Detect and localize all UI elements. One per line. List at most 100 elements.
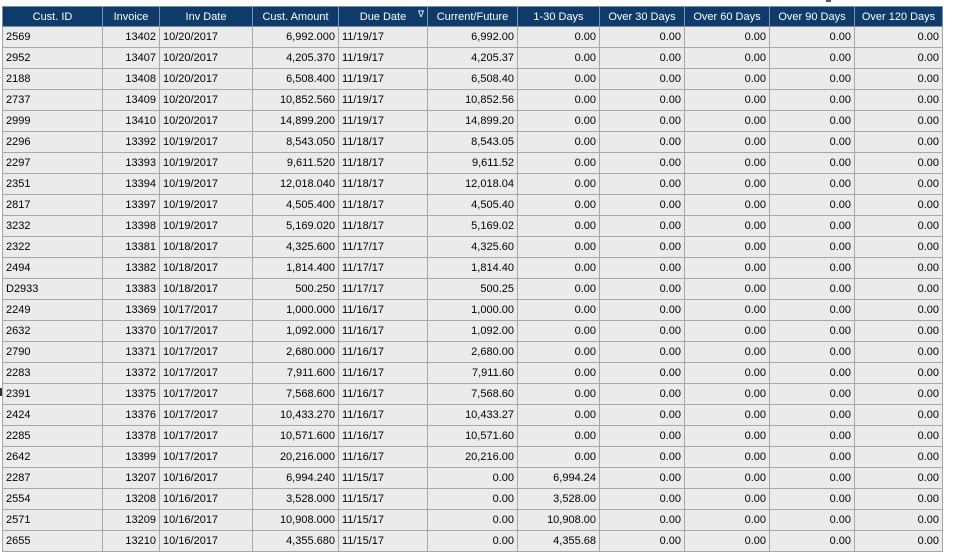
cell-over-30-days[interactable]: 0.00	[599, 89, 685, 111]
cell-cust-id[interactable]: 2655	[2, 530, 103, 552]
cell-inv-date[interactable]: 10/19/2017	[159, 194, 253, 216]
table-row[interactable]: 2285 13378 10/17/2017 10,571.600 11/16/17 10,…	[2, 425, 943, 447]
cell-over-60-days[interactable]: 0.00	[684, 194, 770, 216]
table-row[interactable]: 2424 13376 10/17/2017 10,433.270 11/16/17 10,…	[2, 404, 943, 426]
cell-cust-amount[interactable]: 5,169.020	[252, 215, 339, 237]
cell-cust-id[interactable]: 2952	[2, 47, 103, 69]
cell-due-date[interactable]: 11/18/17	[338, 152, 428, 174]
cell-over-30-days[interactable]: 0.00	[599, 320, 685, 342]
table-row[interactable]: 2632 13370 10/17/2017 1,092.000 11/16/17 1,09…	[2, 320, 943, 342]
cell-over-30-days[interactable]: 0.00	[599, 299, 685, 321]
cell-1-30-days[interactable]: 0.00	[517, 383, 600, 405]
cell-inv-date[interactable]: 10/17/2017	[159, 383, 253, 405]
cell-current-future[interactable]: 20,216.00	[427, 446, 518, 468]
cell-invoice[interactable]: 13397	[102, 194, 160, 216]
cell-1-30-days[interactable]: 0.00	[517, 425, 600, 447]
cell-current-future[interactable]: 0.00	[427, 467, 518, 489]
cell-current-future[interactable]: 6,508.40	[427, 68, 518, 90]
cell-cust-id[interactable]: 2737	[2, 89, 103, 111]
cell-due-date[interactable]: 11/16/17	[338, 362, 428, 384]
cell-current-future[interactable]: 5,169.02	[427, 215, 518, 237]
cell-cust-amount[interactable]: 500.250	[252, 278, 339, 300]
cell-over-90-days[interactable]: 0.00	[769, 278, 855, 300]
cell-due-date[interactable]: 11/15/17	[338, 467, 428, 489]
cell-1-30-days[interactable]: 0.00	[517, 446, 600, 468]
cell-over-120-days[interactable]: 0.00	[854, 488, 943, 510]
cell-current-future[interactable]: 500.25	[427, 278, 518, 300]
cell-over-120-days[interactable]: 0.00	[854, 467, 943, 489]
cell-inv-date[interactable]: 10/20/2017	[159, 68, 253, 90]
cell-over-60-days[interactable]: 0.00	[684, 320, 770, 342]
cell-cust-amount[interactable]: 9,611.520	[252, 152, 339, 174]
cell-1-30-days[interactable]: 0.00	[517, 47, 600, 69]
cell-over-60-days[interactable]: 0.00	[684, 383, 770, 405]
cell-cust-id[interactable]: 2571	[2, 509, 103, 531]
cell-invoice[interactable]: 13408	[102, 68, 160, 90]
cell-over-30-days[interactable]: 0.00	[599, 131, 685, 153]
sort-descending-icon[interactable]: ∇	[418, 9, 424, 20]
cell-over-90-days[interactable]: 0.00	[769, 530, 855, 552]
table-row[interactable]: 2296 13392 10/19/2017 8,543.050 11/18/17 8,54…	[2, 131, 943, 153]
cell-current-future[interactable]: 14,899.20	[427, 110, 518, 132]
col-header-current-future[interactable]: Current/Future	[427, 6, 518, 27]
cell-cust-amount[interactable]: 10,852.560	[252, 89, 339, 111]
cell-due-date[interactable]: 11/17/17	[338, 278, 428, 300]
table-row[interactable]: 2571 13209 10/16/2017 10,908.000 11/15/17 0.0…	[2, 509, 943, 531]
cell-over-30-days[interactable]: 0.00	[599, 509, 685, 531]
cell-over-60-days[interactable]: 0.00	[684, 173, 770, 195]
cell-over-30-days[interactable]: 0.00	[599, 362, 685, 384]
cell-due-date[interactable]: 11/17/17	[338, 257, 428, 279]
cell-cust-id[interactable]: 2999	[2, 110, 103, 132]
cell-over-60-days[interactable]: 0.00	[684, 89, 770, 111]
cell-due-date[interactable]: 11/15/17	[338, 509, 428, 531]
cell-cust-id[interactable]: 2351	[2, 173, 103, 195]
cell-invoice[interactable]: 13370	[102, 320, 160, 342]
table-row[interactable]: 2569 13402 10/20/2017 6,992.000 11/19/17 6,99…	[2, 26, 943, 48]
cell-over-120-days[interactable]: 0.00	[854, 257, 943, 279]
cell-invoice[interactable]: 13207	[102, 467, 160, 489]
cell-invoice[interactable]: 13392	[102, 131, 160, 153]
cell-invoice[interactable]: 13402	[102, 26, 160, 48]
cell-over-60-days[interactable]: 0.00	[684, 47, 770, 69]
cell-over-90-days[interactable]: 0.00	[769, 425, 855, 447]
cell-over-90-days[interactable]: 0.00	[769, 341, 855, 363]
cell-over-90-days[interactable]: 0.00	[769, 152, 855, 174]
cell-1-30-days[interactable]: 0.00	[517, 278, 600, 300]
cell-inv-date[interactable]: 10/20/2017	[159, 47, 253, 69]
cell-1-30-days[interactable]: 0.00	[517, 257, 600, 279]
cell-due-date[interactable]: 11/19/17	[338, 68, 428, 90]
cell-due-date[interactable]: 11/15/17	[338, 488, 428, 510]
cell-over-120-days[interactable]: 0.00	[854, 152, 943, 174]
cell-over-90-days[interactable]: 0.00	[769, 68, 855, 90]
cell-cust-id[interactable]: 2632	[2, 320, 103, 342]
cell-due-date[interactable]: 11/16/17	[338, 383, 428, 405]
cell-1-30-days[interactable]: 0.00	[517, 404, 600, 426]
cell-over-60-days[interactable]: 0.00	[684, 509, 770, 531]
cell-current-future[interactable]: 0.00	[427, 488, 518, 510]
table-row[interactable]: 2297 13393 10/19/2017 9,611.520 11/18/17 9,61…	[2, 152, 943, 174]
col-header-cust-amount[interactable]: Cust. Amount	[252, 6, 339, 27]
cell-current-future[interactable]: 1,092.00	[427, 320, 518, 342]
cell-invoice[interactable]: 13410	[102, 110, 160, 132]
cell-over-30-days[interactable]: 0.00	[599, 173, 685, 195]
cell-due-date[interactable]: 11/16/17	[338, 320, 428, 342]
cell-over-30-days[interactable]: 0.00	[599, 425, 685, 447]
cell-over-90-days[interactable]: 0.00	[769, 488, 855, 510]
cell-current-future[interactable]: 10,571.60	[427, 425, 518, 447]
cell-over-60-days[interactable]: 0.00	[684, 152, 770, 174]
cell-current-future[interactable]: 0.00	[427, 530, 518, 552]
cell-over-60-days[interactable]: 0.00	[684, 110, 770, 132]
cell-inv-date[interactable]: 10/17/2017	[159, 362, 253, 384]
cell-1-30-days[interactable]: 4,355.68	[517, 530, 600, 552]
cell-1-30-days[interactable]: 0.00	[517, 173, 600, 195]
cell-current-future[interactable]: 7,911.60	[427, 362, 518, 384]
cell-over-30-days[interactable]: 0.00	[599, 278, 685, 300]
cell-due-date[interactable]: 11/15/17	[338, 530, 428, 552]
cell-due-date[interactable]: 11/19/17	[338, 47, 428, 69]
cell-over-30-days[interactable]: 0.00	[599, 446, 685, 468]
cell-inv-date[interactable]: 10/18/2017	[159, 278, 253, 300]
cell-invoice[interactable]: 13393	[102, 152, 160, 174]
cell-cust-id[interactable]: 2391	[2, 383, 103, 405]
cell-over-90-days[interactable]: 0.00	[769, 110, 855, 132]
cell-1-30-days[interactable]: 0.00	[517, 341, 600, 363]
